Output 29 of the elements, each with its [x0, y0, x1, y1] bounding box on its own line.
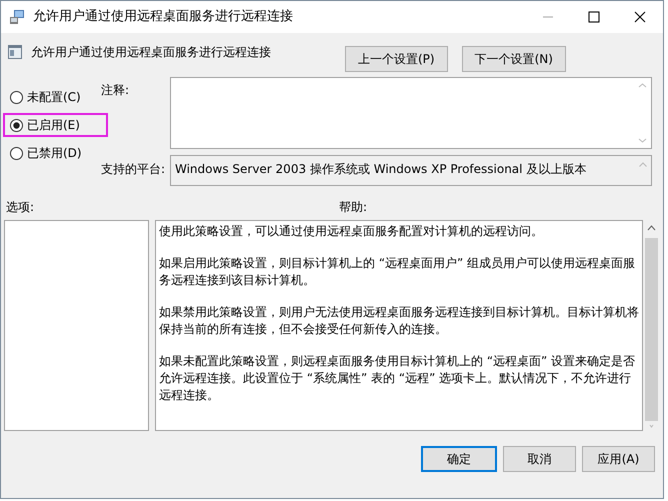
window-title: 允许用户通过使用远程桌面服务进行远程连接	[33, 8, 293, 26]
radio-label[interactable]: 未配置(C)	[27, 88, 81, 106]
radio-icon[interactable]	[10, 146, 23, 160]
previous-setting-button[interactable]: 上一个设置(P)	[345, 46, 448, 72]
radio-option[interactable]: 未配置(C)	[3, 85, 81, 109]
comment-label: 注释:	[100, 82, 130, 99]
next-setting-button[interactable]: 下一个设置(N)	[462, 46, 566, 72]
help-paragraph: 如果启用此策略设置，则目标计算机上的 “远程桌面用户” 组成员用户可以使用远程桌面服务远程连接到该目标计算机。	[159, 255, 636, 289]
radio-label[interactable]: 已禁用(D)	[27, 144, 82, 162]
radio-option[interactable]: 已启用(E)	[3, 113, 108, 137]
scroll-up-icon	[638, 162, 646, 167]
help-paragraph: 如果未配置此策略设置，则远程桌面服务使用目标计算机上的 “远程桌面” 设置来确定是否允许远程连接。此设置位于 “系统属性” 表的 “远程” 选项卡上。默认情况下，不允许进行远程连接。	[159, 353, 636, 404]
help-label: 帮助:	[339, 199, 368, 214]
radio-label[interactable]: 已启用(E)	[27, 116, 80, 134]
help-paragraph: 如果禁用此策略设置，则用户无法使用远程桌面服务远程连接到目标计算机。目标计算机将保持当前的所有连接，但不会接受任何新传入的连接。	[159, 304, 639, 338]
computer-icon	[9, 9, 25, 25]
dialog-button[interactable]: 确定	[421, 446, 497, 472]
options-label: 选项:	[5, 199, 36, 214]
dialog-button[interactable]: 应用(A)	[582, 446, 655, 472]
comment-field[interactable]	[170, 77, 652, 149]
platform-label: 支持的平台:	[100, 161, 166, 178]
help-paragraph: 使用此策略设置，可以通过使用远程桌面服务配置对计算机的远程访问。	[159, 223, 544, 240]
platform-value: Windows Server 2003 操作系统或 Windows XP Professional 及以上版本	[174, 161, 588, 178]
radio-selected-icon[interactable]	[10, 118, 23, 132]
radio-option[interactable]: 已禁用(D)	[3, 141, 82, 165]
radio-icon[interactable]	[10, 90, 23, 104]
policy-title: 允许用户通过使用远程桌面服务进行远程连接	[31, 44, 271, 61]
dialog-button[interactable]: 取消	[503, 446, 576, 472]
policy-icon	[7, 44, 23, 60]
